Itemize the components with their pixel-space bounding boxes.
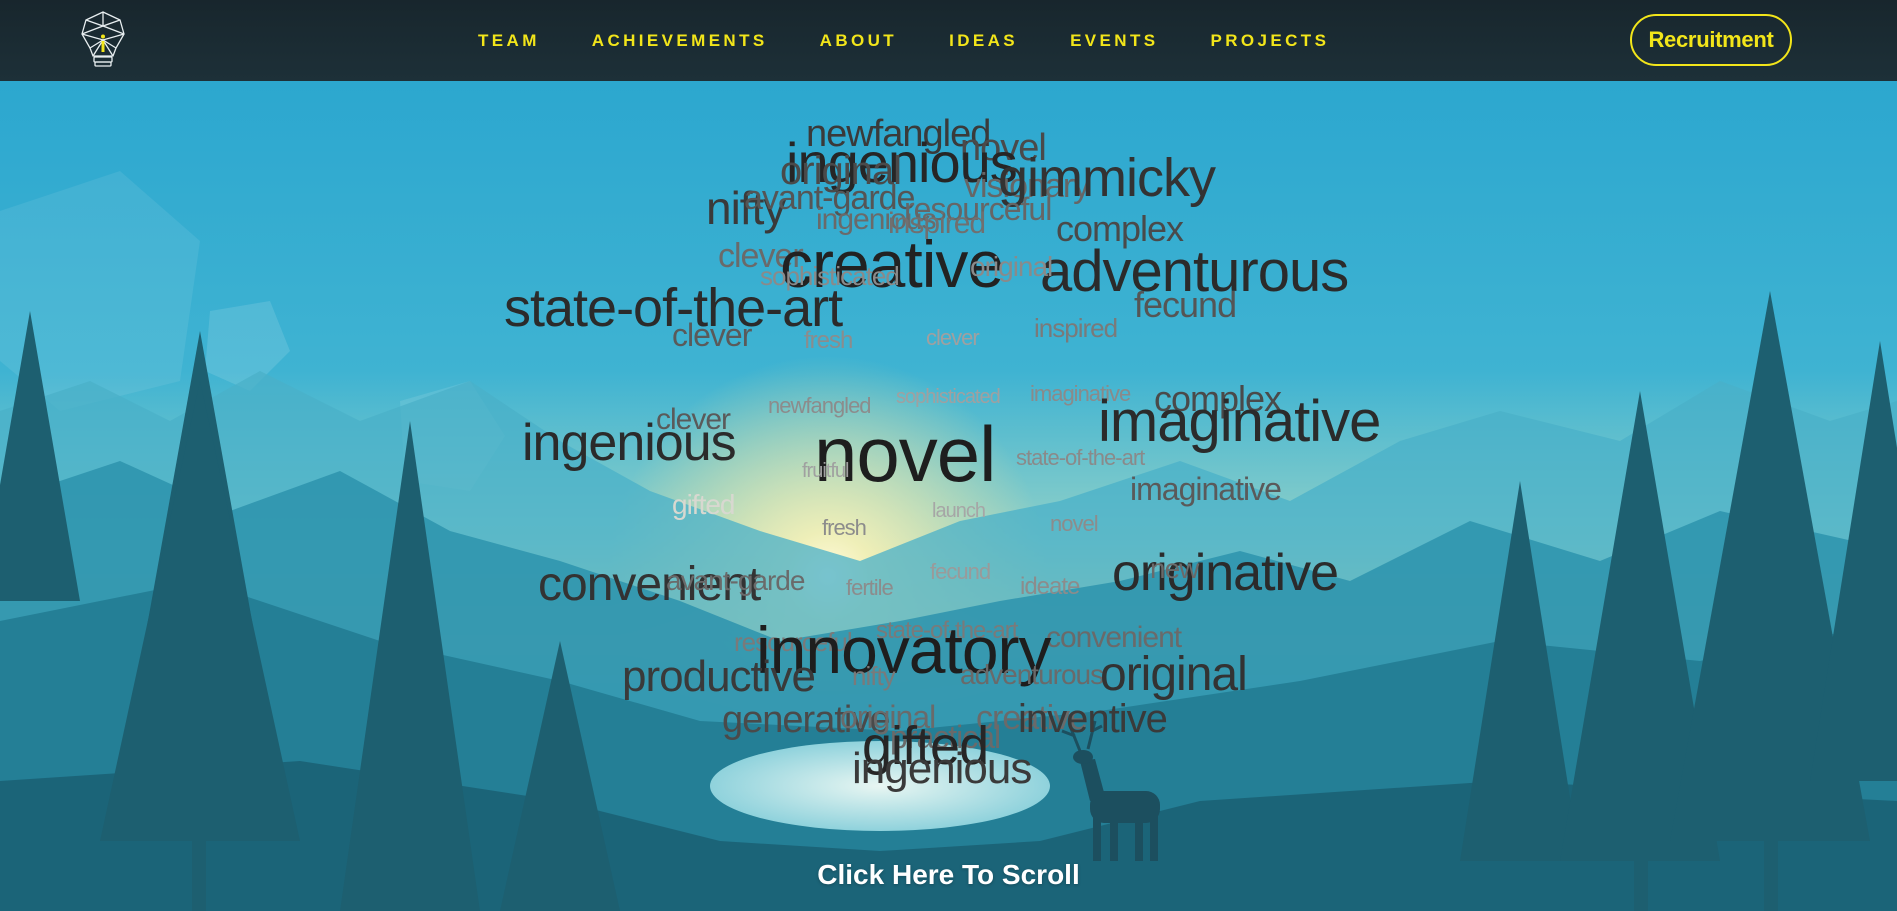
scroll-down-link[interactable]: Click Here To Scroll — [0, 859, 1897, 891]
word-cloud-word: state-of-the-art — [1016, 445, 1145, 470]
word-cloud-word: ingenious — [522, 414, 737, 472]
word-cloud-word: original — [1100, 648, 1248, 701]
word-cloud-word: fertile — [846, 575, 894, 600]
nav-link-about[interactable]: ABOUT — [820, 31, 897, 51]
word-cloud-word: fresh — [822, 515, 867, 540]
word-cloud-word: adventurous — [960, 659, 1104, 690]
word-cloud-word: inventive — [1018, 697, 1168, 741]
word-cloud-word: gifted — [672, 489, 735, 520]
top-navbar: TEAM ACHIEVEMENTS ABOUT IDEAS EVENTS PRO… — [0, 0, 1897, 81]
word-cloud-word: clever — [672, 317, 752, 353]
word-cloud-word: productive — [622, 652, 816, 701]
word-cloud-word: clever — [926, 325, 980, 350]
word-cloud-word: novel — [1050, 511, 1099, 536]
word-cloud-word: avant-garde — [666, 565, 805, 596]
word-cloud: newfangled novel ingenious original visi… — [0, 81, 1897, 911]
word-cloud-word: originative — [1112, 544, 1339, 602]
word-cloud-word: ingenious — [852, 744, 1032, 793]
word-cloud-word: sophisticated — [896, 386, 1001, 408]
hero-section: newfangled novel ingenious original visi… — [0, 81, 1897, 911]
main-nav: TEAM ACHIEVEMENTS ABOUT IDEAS EVENTS PRO… — [478, 0, 1329, 81]
lightbulb-logo-icon[interactable] — [80, 10, 126, 70]
word-cloud-word: fecund — [930, 559, 991, 584]
nav-link-projects[interactable]: PROJECTS — [1210, 31, 1329, 51]
word-cloud-word: nifty — [852, 661, 896, 691]
word-cloud-word: fecund — [1134, 284, 1237, 325]
word-cloud-word: imaginative — [1130, 471, 1282, 507]
nav-link-team[interactable]: TEAM — [478, 31, 540, 51]
word-cloud-word: new — [1150, 553, 1199, 584]
nav-link-achievements[interactable]: ACHIEVEMENTS — [592, 31, 768, 51]
recruitment-button[interactable]: Recruitment — [1630, 14, 1792, 66]
word-cloud-word: fresh — [804, 327, 853, 354]
word-cloud-word: inspired — [1034, 313, 1118, 343]
word-cloud-word: ideate — [1020, 573, 1080, 600]
word-cloud-word: imaginative — [1098, 389, 1381, 454]
nav-link-events[interactable]: EVENTS — [1070, 31, 1158, 51]
word-cloud-word: launch — [932, 500, 986, 522]
word-cloud-word: fruitful — [802, 460, 849, 482]
word-cloud-word: original — [970, 251, 1053, 282]
nav-link-ideas[interactable]: IDEAS — [949, 31, 1018, 51]
